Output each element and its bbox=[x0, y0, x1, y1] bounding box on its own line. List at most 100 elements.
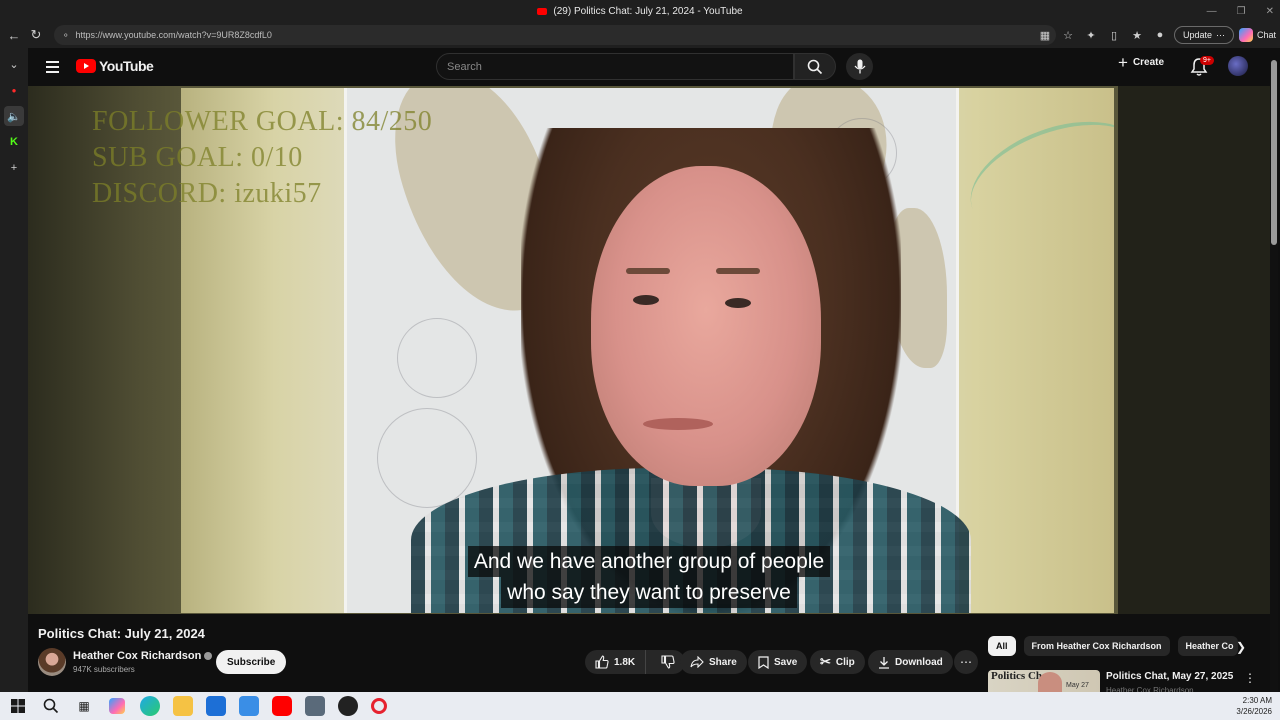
clip-label: Clip bbox=[835, 656, 855, 668]
scrollbar-thumb[interactable] bbox=[1271, 60, 1277, 245]
app-available-icon[interactable]: ▦ bbox=[1036, 26, 1054, 44]
system-clock[interactable]: 2:30 AM 3/26/2026 bbox=[1236, 695, 1272, 717]
channel-name: Heather Cox Richardson bbox=[73, 650, 202, 662]
youtube-logo[interactable]: YouTube bbox=[76, 58, 154, 74]
caption-line: who say they want to preserve bbox=[501, 577, 797, 608]
guide-menu-icon[interactable] bbox=[42, 56, 64, 78]
update-label: Update bbox=[1183, 30, 1213, 40]
chip-from-channel[interactable]: From Heather Cox Richardson bbox=[1023, 636, 1170, 656]
thumbs-down-icon bbox=[661, 655, 675, 669]
kick-tab-icon[interactable]: K bbox=[4, 132, 24, 152]
channel-name-link[interactable]: Heather Cox Richardson bbox=[73, 650, 213, 662]
address-bar[interactable]: ⚬ https://www.youtube.com/watch?v=9UR8Z8… bbox=[54, 25, 1056, 45]
tab-title-text: (29) Politics Chat: July 21, 2024 - YouT… bbox=[553, 5, 743, 17]
window-controls: — ❐ ✕ bbox=[1207, 0, 1274, 22]
windows-taskbar: ▦ 2:30 AM 3/26/2026 bbox=[0, 692, 1280, 720]
store-icon[interactable] bbox=[206, 696, 226, 716]
refresh-icon[interactable]: ↻ bbox=[25, 24, 47, 46]
clock-date: 3/26/2026 bbox=[1236, 707, 1272, 716]
discord-text: DISCORD: izuki57 bbox=[92, 178, 322, 209]
voice-search-button[interactable] bbox=[846, 53, 873, 80]
thumbnail-date-text: May 27 bbox=[1066, 682, 1089, 689]
ambient-background-right bbox=[1118, 86, 1270, 614]
favorite-star-icon[interactable]: ☆ bbox=[1059, 26, 1077, 44]
copilot-taskbar-icon[interactable] bbox=[107, 696, 127, 716]
plus-icon: + bbox=[1118, 52, 1128, 72]
sub-goal-text: SUB GOAL: 0/10 bbox=[92, 142, 303, 173]
youtube-favicon-icon bbox=[537, 7, 548, 15]
clock-time: 2:30 AM bbox=[1242, 696, 1272, 705]
audio-playing-icon[interactable]: 🔈 bbox=[4, 106, 24, 126]
address-row: ← ↻ ⚬ https://www.youtube.com/watch?v=9U… bbox=[0, 22, 1280, 48]
like-dislike-group: 1.8K bbox=[585, 650, 686, 674]
windows-start-icon[interactable] bbox=[8, 696, 28, 716]
more-options-icon: ⋯ bbox=[1216, 29, 1226, 40]
create-button[interactable]: + Create bbox=[1118, 52, 1165, 72]
youtube-app-icon[interactable] bbox=[272, 696, 292, 716]
search-input[interactable]: Search bbox=[436, 53, 794, 80]
close-icon[interactable]: ✕ bbox=[1266, 6, 1274, 17]
save-label: Save bbox=[774, 656, 798, 668]
presenter-eye-left bbox=[633, 295, 659, 305]
minimize-icon[interactable]: — bbox=[1207, 6, 1217, 17]
subscribe-button[interactable]: Subscribe bbox=[216, 650, 287, 674]
share-icon bbox=[690, 656, 704, 668]
recommendation-title[interactable]: Politics Chat, May 27, 2025 bbox=[1106, 671, 1233, 682]
favorites-icon[interactable]: ★ bbox=[1128, 26, 1146, 44]
verified-badge-icon bbox=[204, 652, 213, 660]
youtube-header: YouTube Search + Create 9+ bbox=[28, 48, 1280, 86]
like-button[interactable]: 1.8K bbox=[585, 650, 647, 674]
profile-icon[interactable]: ● bbox=[1151, 26, 1169, 44]
edge-browser-icon[interactable] bbox=[140, 696, 160, 716]
photos-icon[interactable] bbox=[239, 696, 259, 716]
youtube-tab-icon[interactable]: ● bbox=[4, 80, 24, 100]
stream-overlay-text: FOLLOWER GOAL: 84/250 SUB GOAL: 0/10 DIS… bbox=[92, 104, 432, 212]
app-icon[interactable] bbox=[305, 696, 325, 716]
clip-button[interactable]: ✂ Clip bbox=[810, 650, 865, 674]
taskbar-search-icon[interactable] bbox=[41, 696, 61, 716]
back-icon[interactable]: ← bbox=[3, 24, 25, 46]
download-button[interactable]: Download bbox=[868, 650, 953, 674]
account-avatar[interactable] bbox=[1228, 56, 1248, 76]
opera-icon[interactable] bbox=[371, 698, 387, 714]
site-info-icon[interactable]: ⚬ bbox=[62, 30, 70, 41]
recommendation-menu-icon[interactable]: ⋮ bbox=[1244, 671, 1256, 685]
presenter-brow-left bbox=[626, 268, 670, 274]
caption-line: And we have another group of people bbox=[467, 546, 831, 577]
file-explorer-icon[interactable] bbox=[173, 696, 193, 716]
search-button[interactable] bbox=[794, 53, 836, 80]
download-icon bbox=[879, 656, 889, 669]
youtube-play-icon bbox=[76, 59, 96, 73]
extension-icon[interactable]: ✦ bbox=[1082, 26, 1100, 44]
browser-title-bar: (29) Politics Chat: July 21, 2024 - YouT… bbox=[0, 0, 1280, 22]
restore-icon[interactable]: ❐ bbox=[1237, 6, 1246, 17]
task-view-icon[interactable]: ▦ bbox=[74, 696, 94, 716]
obs-icon[interactable] bbox=[338, 696, 358, 716]
copilot-icon bbox=[1239, 28, 1254, 42]
thumbs-up-icon bbox=[595, 655, 609, 669]
presenter-face bbox=[591, 166, 821, 486]
download-label: Download bbox=[895, 656, 943, 668]
like-count: 1.8K bbox=[614, 656, 636, 668]
logo-text: YouTube bbox=[99, 58, 154, 74]
split-screen-icon[interactable]: ▯ bbox=[1105, 26, 1123, 44]
channel-avatar[interactable] bbox=[38, 648, 66, 676]
copilot-chat-button[interactable]: Chat bbox=[1239, 28, 1276, 42]
scissors-icon: ✂ bbox=[820, 654, 831, 669]
share-button[interactable]: Share bbox=[680, 650, 747, 674]
edge-sidebar: ⌄ ● 🔈 K + bbox=[0, 48, 28, 692]
update-button[interactable]: Update ⋯ bbox=[1174, 26, 1235, 44]
subscriber-count: 947K subscribers bbox=[73, 665, 135, 674]
related-filter-chips: All From Heather Cox Richardson Heather … bbox=[988, 636, 1238, 656]
recommendation-thumbnail[interactable]: Politics Chat May 27 bbox=[988, 670, 1100, 692]
new-tab-icon[interactable]: + bbox=[4, 158, 24, 178]
video-player[interactable]: FOLLOWER GOAL: 84/250 SUB GOAL: 0/10 DIS… bbox=[28, 86, 1270, 614]
save-button[interactable]: Save bbox=[748, 650, 808, 674]
tab-actions-icon[interactable]: ⌄ bbox=[4, 54, 24, 74]
chip-all[interactable]: All bbox=[988, 636, 1016, 656]
chevron-right-icon[interactable]: ❯ bbox=[1232, 638, 1250, 656]
thumbnail-face bbox=[1038, 672, 1062, 692]
create-label: Create bbox=[1132, 57, 1165, 68]
chip-related[interactable]: Heather Co bbox=[1177, 636, 1238, 656]
more-actions-button[interactable]: ⋯ bbox=[954, 650, 978, 674]
